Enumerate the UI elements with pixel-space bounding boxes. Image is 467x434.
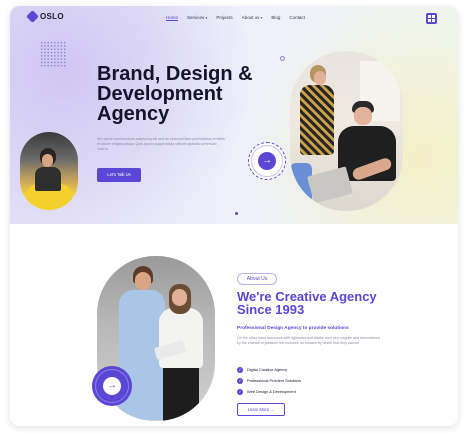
dot-pattern-decoration xyxy=(40,41,66,67)
nav-item-blog[interactable]: Blog xyxy=(271,15,280,20)
nav-item-label: About us xyxy=(241,15,260,20)
check-icon: ✓ xyxy=(237,366,243,373)
hero-photo-woman-on-phone xyxy=(20,132,78,210)
about-subtitle: Professional Design Agency to provide so… xyxy=(237,326,349,331)
hero-circle-badge[interactable]: → xyxy=(248,142,286,180)
feature-checklist: ✓ Digital Creative Agency ✓ Professional… xyxy=(237,364,301,397)
chevron-down-icon: ▾ xyxy=(205,16,208,20)
list-item: ✓ Web Design & Development xyxy=(237,386,301,397)
arrow-right-icon: → xyxy=(258,152,276,170)
grid-icon[interactable] xyxy=(426,13,437,24)
list-item-label: Professional Problem Solutions xyxy=(247,378,302,383)
list-item: ✓ Digital Creative Agency xyxy=(237,364,301,375)
ring-decoration xyxy=(280,56,285,61)
page-frame: OSLO Home Services ▾ Projects About us ▾… xyxy=(10,6,458,426)
learn-more-button[interactable]: Learn More → xyxy=(237,403,285,416)
list-item-label: Web Design & Development xyxy=(247,389,296,394)
list-item-label: Digital Creative Agency xyxy=(247,367,288,372)
chevron-down-icon: ▾ xyxy=(260,16,263,20)
arrow-right-icon: → xyxy=(103,377,121,395)
nav-item-contact[interactable]: Contact xyxy=(289,15,305,20)
logo-text: OSLO xyxy=(40,12,64,21)
hero-title: Brand, Design & Development Agency xyxy=(97,63,253,125)
top-nav: OSLO Home Services ▾ Projects About us ▾… xyxy=(10,6,458,28)
slider-dot-indicator[interactable] xyxy=(235,212,238,215)
list-item: ✓ Professional Problem Solutions xyxy=(237,375,301,386)
nav-item-services[interactable]: Services ▾ xyxy=(187,15,207,20)
check-icon: ✓ xyxy=(237,388,243,395)
about-section: → About Us We're Creative Agency Since 1… xyxy=(10,224,458,426)
nav-item-home[interactable]: Home xyxy=(166,15,178,20)
about-circle-badge[interactable]: → xyxy=(92,366,132,406)
hero-section: OSLO Home Services ▾ Projects About us ▾… xyxy=(10,6,458,224)
hero-text: We assist connoisseurs adipiscing elit s… xyxy=(97,137,225,151)
lets-talk-button[interactable]: Let's Talk Us xyxy=(97,168,141,182)
logo-mark-icon xyxy=(26,10,39,23)
about-pill-label: About Us xyxy=(237,273,277,285)
check-icon: ✓ xyxy=(237,377,243,384)
nav-item-label: Services xyxy=(187,15,205,20)
nav-item-projects[interactable]: Projects xyxy=(216,15,232,20)
about-text: On the other hand denounce with righteou… xyxy=(237,336,380,345)
main-menu: Home Services ▾ Projects About us ▾ Blog… xyxy=(166,15,305,20)
hero-photo-team-at-laptop xyxy=(290,51,403,211)
logo[interactable]: OSLO xyxy=(26,10,64,23)
about-title: We're Creative Agency Since 1993 xyxy=(237,289,377,317)
nav-item-about[interactable]: About us ▾ xyxy=(242,15,263,20)
